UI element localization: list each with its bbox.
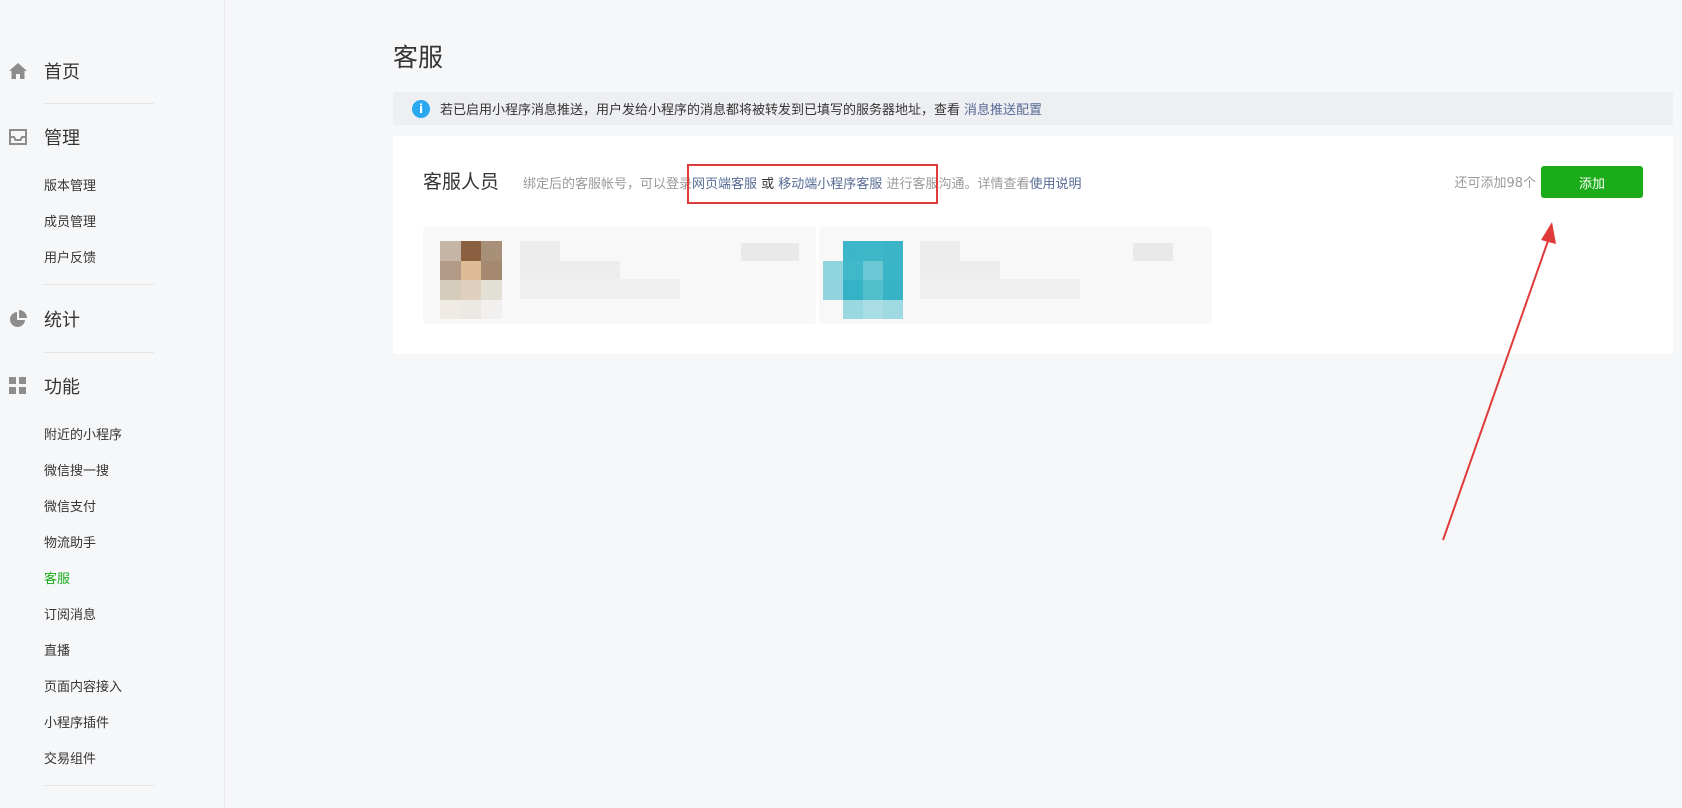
sidebar-section-label: 统计 bbox=[44, 310, 80, 331]
sidebar-item-subscribe[interactable]: 订阅消息 bbox=[44, 607, 96, 625]
sidebar-item-members[interactable]: 成员管理 bbox=[44, 214, 96, 232]
grid-icon bbox=[8, 376, 28, 396]
sidebar-item-version[interactable]: 版本管理 bbox=[44, 178, 96, 196]
info-icon: i bbox=[412, 99, 430, 118]
sidebar-section-label: 首页 bbox=[44, 62, 80, 83]
sidebar-item-trade[interactable]: 交易组件 bbox=[44, 751, 96, 769]
sidebar-item-content[interactable]: 页面内容接入 bbox=[44, 679, 122, 697]
page-title: 客服 bbox=[393, 43, 444, 72]
sidebar-item-nearby[interactable]: 附近的小程序 bbox=[44, 427, 122, 445]
blurred-status bbox=[741, 243, 799, 261]
help-link[interactable]: 使用说明 bbox=[1029, 177, 1081, 192]
avatar bbox=[823, 241, 903, 319]
inbox-icon bbox=[8, 127, 28, 147]
sidebar-item-plugin[interactable]: 小程序插件 bbox=[44, 715, 109, 733]
message-push-config-link[interactable]: 消息推送配置 bbox=[964, 99, 1042, 118]
blurred-name bbox=[520, 241, 560, 261]
sidebar-item-manage[interactable]: 管理 bbox=[0, 122, 80, 152]
add-button[interactable]: 添加 bbox=[1541, 166, 1643, 198]
sidebar-item-pay[interactable]: 微信支付 bbox=[44, 499, 96, 517]
service-account-card[interactable] bbox=[423, 227, 816, 324]
sidebar-item-search[interactable]: 微信搜一搜 bbox=[44, 463, 109, 481]
blurred-name bbox=[920, 241, 960, 261]
desc-prefix: 绑定后的客服帐号，可以登录 bbox=[523, 177, 693, 192]
blurred-id bbox=[520, 261, 620, 279]
blurred-id bbox=[920, 261, 1000, 279]
sidebar-section-label: 管理 bbox=[44, 128, 80, 149]
sidebar: 首页 管理 版本管理 成员管理 用户反馈 统计 功能 附近的小程序 微信搜一搜 … bbox=[0, 0, 225, 808]
divider bbox=[44, 785, 154, 786]
blurred-status bbox=[1133, 243, 1173, 261]
panel-title: 客服人员 bbox=[423, 171, 500, 193]
blurred-info bbox=[920, 279, 1080, 299]
sidebar-section-label: 功能 bbox=[44, 377, 80, 398]
home-icon bbox=[8, 61, 28, 81]
divider bbox=[44, 352, 154, 353]
sidebar-item-stats[interactable]: 统计 bbox=[0, 304, 80, 334]
sidebar-item-feedback[interactable]: 用户反馈 bbox=[44, 250, 96, 268]
notice-bar: i 若已启用小程序消息推送，用户发给小程序的消息都将被转发到已填写的服务器地址，… bbox=[393, 92, 1673, 125]
sidebar-item-features[interactable]: 功能 bbox=[0, 371, 80, 401]
avatar bbox=[440, 241, 502, 319]
sidebar-item-logistics[interactable]: 物流助手 bbox=[44, 535, 96, 553]
sidebar-item-customer-service[interactable]: 客服 bbox=[44, 571, 70, 589]
sidebar-item-live[interactable]: 直播 bbox=[44, 643, 70, 661]
divider bbox=[44, 284, 154, 285]
sidebar-item-home[interactable]: 首页 bbox=[0, 56, 80, 86]
highlight-box bbox=[687, 164, 938, 204]
pie-chart-icon bbox=[8, 309, 28, 329]
customer-service-panel: 客服人员 绑定后的客服帐号，可以登录网页端客服 或 移动端小程序客服 进行客服沟… bbox=[393, 136, 1673, 354]
divider bbox=[44, 103, 154, 104]
blurred-info bbox=[520, 279, 680, 299]
notice-text: 若已启用小程序消息推送，用户发给小程序的消息都将被转发到已填写的服务器地址，查看 bbox=[440, 103, 961, 118]
remaining-count: 还可添加98个 bbox=[1454, 176, 1536, 191]
service-account-card[interactable] bbox=[819, 227, 1212, 324]
